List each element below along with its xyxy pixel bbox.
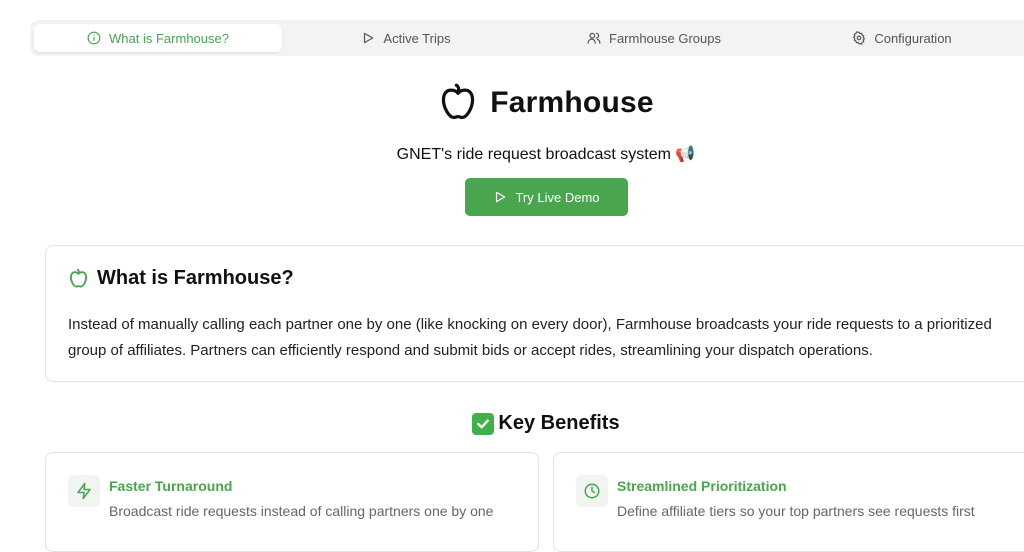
gear-icon: [853, 31, 866, 45]
apple-icon: [442, 83, 475, 120]
megaphone-icon: 📢: [675, 146, 696, 163]
page-title: Farmhouse: [0, 82, 1024, 124]
play-icon: [364, 32, 374, 44]
users-icon: [587, 32, 601, 44]
about-card-body: Instead of manually calling each partner…: [68, 316, 992, 359]
try-live-demo-button[interactable]: Try Live Demo: [465, 178, 628, 216]
benefit-card-streamlined-prioritization: Streamlined Prioritization Define affili…: [553, 452, 1024, 552]
key-benefits-title: Key Benefits: [498, 412, 620, 434]
key-benefits-heading: Key Benefits: [0, 412, 1024, 435]
benefit-title: Faster Turnaround: [109, 478, 233, 494]
zap-icon: [68, 475, 100, 507]
tab-label: What is Farmhouse?: [109, 30, 229, 46]
tab-configuration[interactable]: Configuration: [778, 24, 1024, 52]
tab-label: Farmhouse Groups: [609, 30, 721, 46]
benefit-description: Broadcast ride requests instead of calli…: [109, 503, 494, 519]
tab-label: Active Trips: [383, 30, 451, 46]
benefit-description: Define affiliate tiers so your top partn…: [617, 503, 975, 519]
apple-icon: [69, 268, 88, 288]
tab-active-trips[interactable]: Active Trips: [282, 24, 530, 52]
demo-button-label: Try Live Demo: [515, 189, 600, 205]
about-card-title: What is Farmhouse?: [97, 267, 294, 289]
about-card: What is Farmhouse? Instead of manually c…: [45, 245, 1024, 382]
clock-icon: [576, 475, 608, 507]
tab-label: Configuration: [874, 30, 952, 46]
tagline: GNET's ride request broadcast system 📢: [0, 144, 1024, 164]
app-title: Farmhouse: [490, 86, 654, 119]
tab-what-is-farmhouse[interactable]: What is Farmhouse?: [34, 24, 282, 52]
tab-farmhouse-groups[interactable]: Farmhouse Groups: [530, 24, 778, 52]
check-box-icon: [472, 412, 495, 435]
tab-bar: What is Farmhouse? Active Trips Farmhous…: [30, 20, 1024, 56]
tagline-text: GNET's ride request broadcast system: [396, 146, 671, 163]
play-icon: [496, 191, 506, 203]
benefit-card-faster-turnaround: Faster Turnaround Broadcast ride request…: [45, 452, 539, 552]
benefit-title: Streamlined Prioritization: [617, 478, 787, 494]
about-card-header: What is Farmhouse?: [68, 267, 294, 290]
info-icon: [87, 31, 101, 45]
